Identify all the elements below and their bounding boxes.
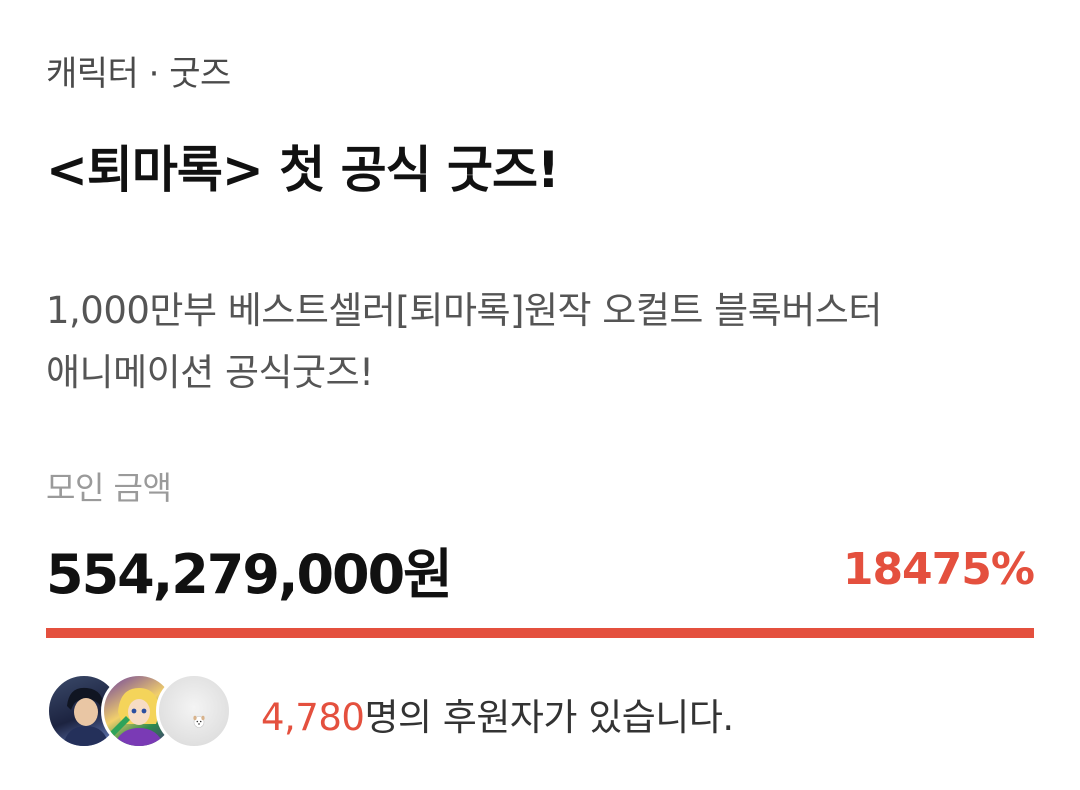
amount-label: 모인 금액 [46,469,172,507]
small-dog-icon [193,715,205,728]
project-title: <퇴마록> 첫 공식 굿즈! [46,141,560,199]
amount-row: 554,279,000원 18475% [46,530,1035,606]
backers-count: 4,780 [261,696,365,739]
description-line: 애니메이션 공식굿즈! [46,351,374,394]
progress-bar [46,628,1034,638]
category-label[interactable]: 캐릭터 · 굿즈 [46,46,231,95]
avatar [156,673,232,749]
backers-summary: 4,780명의 후원자가 있습니다. [261,687,734,741]
funding-card: 캐릭터 · 굿즈 <퇴마록> 첫 공식 굿즈! 1,000만부 베스트셀러[퇴마… [46,0,1036,790]
progress-fill [46,628,1034,638]
backers-row[interactable]: 4,780명의 후원자가 있습니다. [46,673,1034,751]
description-line: 1,000만부 베스트셀러[퇴마록]원작 오컬트 블록버스터 [46,289,882,332]
funding-percent: 18475% [842,544,1035,595]
raised-amount: 554,279,000원 [46,543,453,606]
project-description: 1,000만부 베스트셀러[퇴마록]원작 오컬트 블록버스터 애니메이션 공식굿… [46,280,1036,404]
backers-suffix: 명의 후원자가 있습니다. [364,696,734,739]
